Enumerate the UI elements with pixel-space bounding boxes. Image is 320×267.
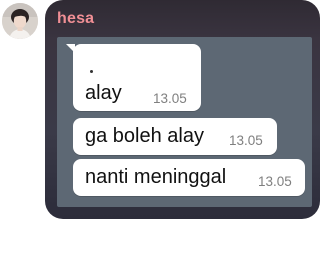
message-text: alay [85, 82, 122, 104]
bubble-tail [66, 44, 75, 53]
chat-screenshot: hesa alay 13.05 ga boleh alay 13.05 nant… [0, 0, 320, 267]
message-bubble[interactable]: ga boleh alay 13.05 [73, 118, 277, 155]
message-time: 13.05 [258, 174, 292, 189]
message-text: nanti meninggal [85, 166, 227, 188]
chat-area: alay 13.05 ga boleh alay 13.05 nanti men… [57, 37, 312, 207]
message-bubble[interactable]: alay 13.05 [66, 44, 201, 111]
message-bubble[interactable]: nanti meninggal 13.05 [73, 159, 305, 196]
message-text: ga boleh alay [85, 125, 204, 147]
profile-photo-icon [2, 3, 38, 39]
avatar[interactable] [2, 3, 38, 39]
message-time: 13.05 [229, 133, 263, 148]
dot-mark [90, 70, 93, 73]
message-time: 13.05 [153, 91, 187, 106]
sender-name[interactable]: hesa [57, 10, 94, 28]
message-card: hesa alay 13.05 ga boleh alay 13.05 nant… [45, 0, 320, 219]
